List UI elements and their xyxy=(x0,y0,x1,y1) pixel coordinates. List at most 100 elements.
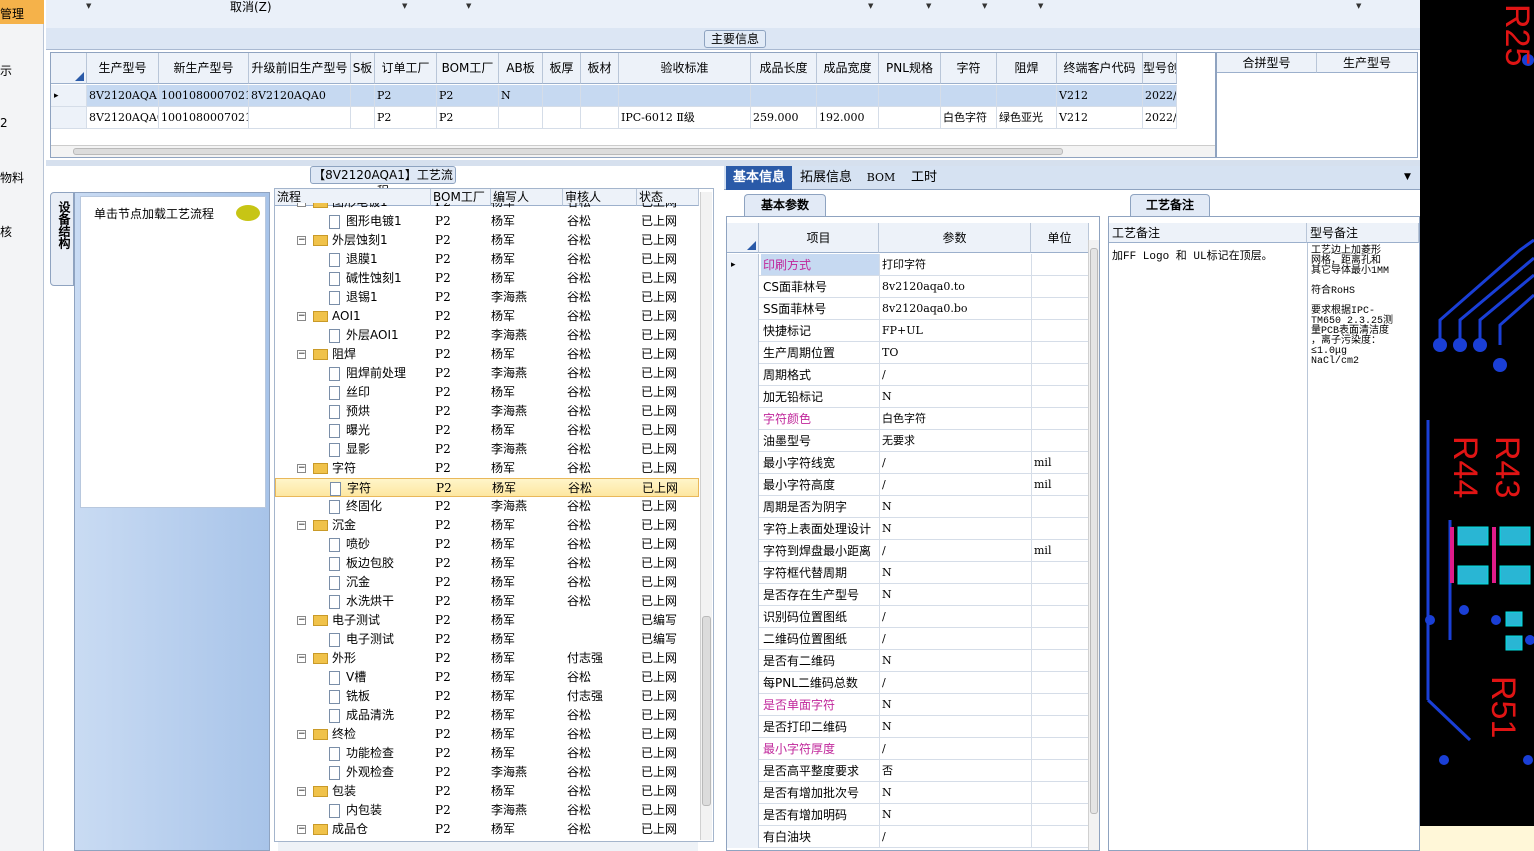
tree-row[interactable]: − 图形电镀1 P2 杨军 谷松 已上网 xyxy=(275,203,699,212)
tree-row[interactable]: 沉金 P2 杨军 谷松 已上网 xyxy=(275,573,699,592)
dropdown-arrow-icon[interactable]: ▼ xyxy=(86,2,91,10)
table-cell[interactable]: N xyxy=(499,85,543,107)
tree-row[interactable]: 水洗烘干 P2 杨军 谷松 已上网 xyxy=(275,592,699,611)
table-cell[interactable] xyxy=(351,85,375,107)
tree-row[interactable]: 碱性蚀刻1 P2 杨军 谷松 已上网 xyxy=(275,269,699,288)
grid-corner[interactable] xyxy=(51,53,87,84)
tree-row[interactable]: V槽 P2 杨军 谷松 已上网 xyxy=(275,668,699,687)
row-header[interactable] xyxy=(727,562,759,584)
table-cell[interactable]: P2 xyxy=(437,85,499,107)
param-value[interactable]: 白色字符 xyxy=(879,408,1031,429)
tree-row[interactable]: 功能检查 P2 杨军 谷松 已上网 xyxy=(275,744,699,763)
dropdown-arrow-icon[interactable]: ▼ xyxy=(1356,2,1361,10)
table-cell[interactable]: 259.000 xyxy=(751,107,817,129)
table-cell[interactable]: 绿色亚光 xyxy=(997,107,1057,129)
collapse-icon[interactable]: − xyxy=(297,787,306,796)
row-header[interactable] xyxy=(727,518,759,540)
tree-row[interactable]: 铣板 P2 杨军 付志强 已上网 xyxy=(275,687,699,706)
row-header[interactable]: ▸ xyxy=(51,85,87,107)
col-header[interactable]: 字符 xyxy=(941,53,997,84)
row-header[interactable] xyxy=(727,716,759,738)
row-header[interactable] xyxy=(727,782,759,804)
param-row[interactable]: 是否有二维码 N xyxy=(727,650,1089,672)
nav-item[interactable]: 2 xyxy=(0,116,8,130)
param-value[interactable]: N xyxy=(879,518,1031,539)
tab-extended-info[interactable]: 拓展信息 xyxy=(796,166,856,190)
param-row[interactable]: 字符框代替周期 N xyxy=(727,562,1089,584)
col-header[interactable]: 成品宽度 xyxy=(817,53,879,84)
subtab-basic-params[interactable]: 基本参数 xyxy=(744,194,826,216)
tree-row[interactable]: − AOI1 P2 杨军 谷松 已上网 xyxy=(275,307,699,326)
table-cell[interactable] xyxy=(543,85,581,107)
param-vertical-scrollbar[interactable] xyxy=(1088,240,1099,850)
col-header-item[interactable]: 项目 xyxy=(759,223,879,253)
param-row[interactable]: 字符上表面处理设计 N xyxy=(727,518,1089,540)
param-row[interactable]: ▸ 印刷方式 打印字符 xyxy=(727,254,1089,276)
param-value[interactable]: / xyxy=(879,628,1031,649)
param-value[interactable]: / xyxy=(879,826,1031,847)
param-row[interactable]: 识别码位置图纸 / xyxy=(727,606,1089,628)
param-row[interactable]: 周期是否为阴字 N xyxy=(727,496,1089,518)
row-header[interactable] xyxy=(727,694,759,716)
param-row[interactable]: CS面菲林号 8v2120aqa0.to xyxy=(727,276,1089,298)
param-value[interactable]: / xyxy=(879,364,1031,385)
tab-basic-info[interactable]: 基本信息 xyxy=(726,166,792,190)
tree-row[interactable]: 丝印 P2 杨军 谷松 已上网 xyxy=(275,383,699,402)
row-header[interactable] xyxy=(727,474,759,496)
row-header[interactable] xyxy=(727,650,759,672)
row-header[interactable] xyxy=(727,452,759,474)
tree-row[interactable]: 退膜1 P2 杨军 谷松 已上网 xyxy=(275,250,699,269)
row-header[interactable] xyxy=(51,107,87,129)
col-header[interactable]: 型号创 xyxy=(1143,53,1177,84)
subtab-process-notes[interactable]: 工艺备注 xyxy=(1130,194,1210,216)
process-note-text[interactable]: 加FF Logo 和 UL标记在顶层。 xyxy=(1112,247,1273,263)
param-value[interactable]: N xyxy=(879,716,1031,737)
dropdown-arrow-icon[interactable]: ▼ xyxy=(1038,2,1043,10)
param-value[interactable]: N xyxy=(879,496,1031,517)
param-row[interactable]: 快捷标记 FP+UL xyxy=(727,320,1089,342)
tree-row[interactable]: − 外形 P2 杨军 付志强 已上网 xyxy=(275,649,699,668)
param-value[interactable]: 8v2120aqa0.bo xyxy=(879,298,1031,319)
col-header[interactable]: 阻焊 xyxy=(997,53,1057,84)
collapse-icon[interactable]: − xyxy=(297,350,306,359)
param-value[interactable]: TO xyxy=(879,342,1031,363)
scroll-thumb[interactable] xyxy=(1090,248,1098,814)
tree-row[interactable]: 字符 P2 杨军 谷松 已上网 xyxy=(275,478,699,497)
param-row[interactable]: 最小字符高度 / mil xyxy=(727,474,1089,496)
param-row[interactable]: SS面菲林号 8v2120aqa0.bo xyxy=(727,298,1089,320)
grid-corner[interactable] xyxy=(727,223,759,253)
param-row[interactable]: 是否打印二维码 N xyxy=(727,716,1089,738)
dropdown-arrow-icon[interactable]: ▼ xyxy=(982,2,987,10)
param-value[interactable]: N xyxy=(879,562,1031,583)
collapse-icon[interactable]: − xyxy=(297,464,306,473)
cancel-button[interactable]: 取消(Z) xyxy=(230,0,272,15)
param-row[interactable]: 二维码位置图纸 / xyxy=(727,628,1089,650)
param-value[interactable]: / xyxy=(879,452,1031,473)
table-cell[interactable]: V212 xyxy=(1057,107,1143,129)
col-header[interactable]: 订单工厂 xyxy=(375,53,437,84)
tree-row[interactable]: 预烘 P2 李海燕 谷松 已上网 xyxy=(275,402,699,421)
param-row[interactable]: 最小字符厚度 / xyxy=(727,738,1089,760)
table-cell[interactable] xyxy=(619,85,751,107)
col-header[interactable]: 生产型号 xyxy=(87,53,159,84)
table-cell[interactable] xyxy=(249,107,351,129)
horizontal-scrollbar[interactable] xyxy=(51,145,1215,157)
row-header[interactable] xyxy=(727,430,759,452)
merge-col-header[interactable]: 合拼型号 xyxy=(1217,53,1317,73)
nav-item[interactable]: 示 xyxy=(0,62,12,79)
param-row[interactable]: 是否有增加明码 N xyxy=(727,804,1089,826)
collapse-icon[interactable]: − xyxy=(297,654,306,663)
nav-item[interactable]: 物料 xyxy=(0,169,24,186)
dropdown-arrow-icon[interactable]: ▼ xyxy=(868,2,873,10)
tree-row[interactable]: 图形电镀1 P2 杨军 谷松 已上网 xyxy=(275,212,699,231)
tree-vertical-scrollbar[interactable] xyxy=(700,192,712,840)
param-value[interactable]: 打印字符 xyxy=(879,254,1031,275)
load-flow-area[interactable] xyxy=(80,196,266,508)
row-header[interactable] xyxy=(727,584,759,606)
row-header[interactable] xyxy=(727,496,759,518)
col-header[interactable]: 验收标准 xyxy=(619,53,751,84)
param-row[interactable]: 周期格式 / xyxy=(727,364,1089,386)
param-value[interactable]: 否 xyxy=(879,760,1031,781)
row-header[interactable] xyxy=(727,804,759,826)
tree-row[interactable]: 外层AOI1 P2 李海燕 谷松 已上网 xyxy=(275,326,699,345)
